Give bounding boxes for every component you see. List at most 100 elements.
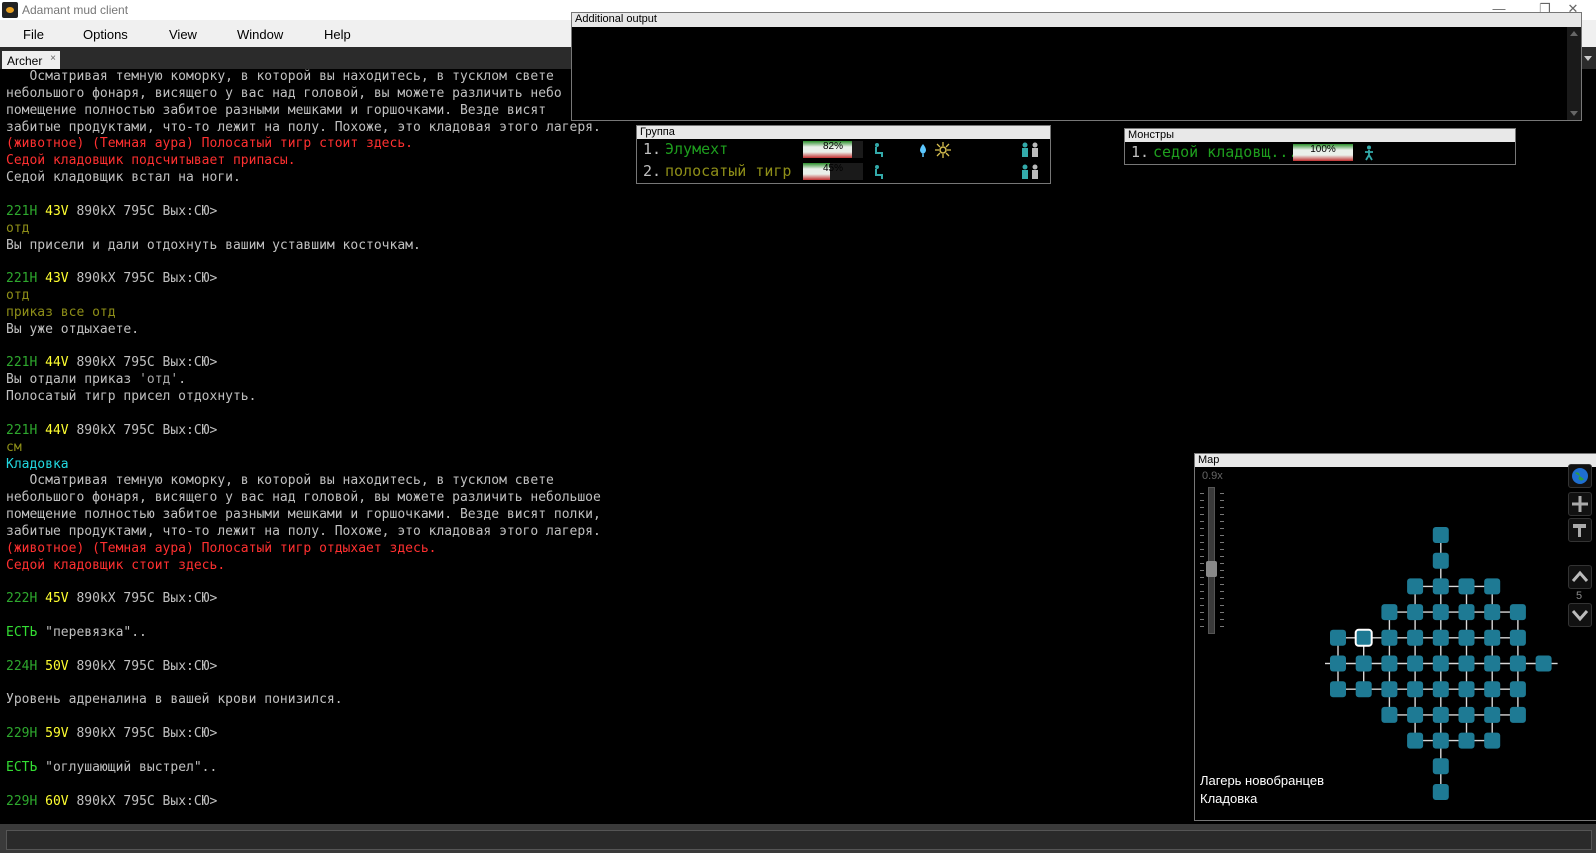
console-text: отд <box>6 288 30 304</box>
console-line: см <box>6 440 22 457</box>
map-room[interactable] <box>1432 527 1449 543</box>
map-room[interactable] <box>1458 629 1475 646</box>
map-room[interactable] <box>1432 706 1449 723</box>
map-room[interactable] <box>1432 758 1449 775</box>
console-text: 50V <box>37 658 69 674</box>
console-text: Полосатый тигр присел отдохнуть. <box>6 389 257 405</box>
console-line: Вы отдали приказ 'отд'. <box>6 372 186 389</box>
map-room[interactable] <box>1432 604 1449 621</box>
console-text: 44V <box>37 355 69 371</box>
monsters-header[interactable]: Монстры <box>1125 129 1515 142</box>
map-room[interactable] <box>1330 629 1346 646</box>
map-room[interactable] <box>1432 732 1449 749</box>
map-room[interactable] <box>1458 681 1475 698</box>
map-room[interactable] <box>1432 681 1449 698</box>
map-room[interactable] <box>1355 681 1372 698</box>
map-room[interactable] <box>1381 681 1398 698</box>
map-room[interactable] <box>1509 706 1526 723</box>
scroll-up-icon[interactable] <box>1570 31 1578 36</box>
map-room[interactable] <box>1484 604 1501 621</box>
center-map-button[interactable] <box>1568 492 1592 516</box>
tab-close-icon[interactable]: × <box>50 53 56 64</box>
map-room[interactable] <box>1484 732 1501 749</box>
command-input[interactable] <box>6 830 1592 850</box>
console-text: 890kX 795C Вых:СЮ> <box>68 422 218 438</box>
console-text: 229H <box>6 793 38 809</box>
member-name: Элумехт <box>665 140 729 158</box>
map-room[interactable] <box>1458 604 1475 621</box>
console-text: 222H <box>6 591 38 607</box>
tab-archer[interactable]: Archer × <box>2 51 60 69</box>
map-room[interactable] <box>1381 706 1398 723</box>
map-room[interactable] <box>1330 681 1346 698</box>
map-room[interactable] <box>1509 629 1526 646</box>
console-text: 221H <box>6 355 38 371</box>
map-room[interactable] <box>1407 706 1424 723</box>
additional-output-scrollbar[interactable] <box>1567 27 1581 120</box>
map-room[interactable] <box>1407 655 1424 672</box>
crosshair-icon <box>1572 496 1588 512</box>
map-room[interactable] <box>1458 706 1475 723</box>
globe-button[interactable] <box>1568 464 1592 488</box>
map-room[interactable] <box>1484 706 1501 723</box>
map-room[interactable] <box>1484 578 1501 595</box>
level-up-button[interactable] <box>1568 565 1592 589</box>
map-room-current[interactable] <box>1354 628 1373 647</box>
map-room[interactable] <box>1432 784 1449 800</box>
map-room[interactable] <box>1407 732 1424 749</box>
map-room[interactable] <box>1484 681 1501 698</box>
map-room[interactable] <box>1484 629 1501 646</box>
hp-percent: 45% <box>822 163 843 174</box>
group-header[interactable]: Группа <box>637 126 1050 139</box>
map-room[interactable] <box>1484 655 1501 672</box>
map-room[interactable] <box>1458 732 1475 749</box>
map-room[interactable] <box>1330 655 1346 672</box>
map-room[interactable] <box>1458 655 1475 672</box>
menu-help[interactable]: Help <box>324 27 351 42</box>
map-room[interactable] <box>1509 655 1526 672</box>
map-room[interactable] <box>1381 655 1398 672</box>
tab-dropdown-icon[interactable] <box>1584 56 1592 61</box>
group-row[interactable]: 2. полосатый тигр 45% <box>639 161 1045 182</box>
map-room[interactable] <box>1535 655 1552 672</box>
console-line: ЕСТЬ "оглушающий выстрел".. <box>6 760 217 777</box>
additional-output-header[interactable]: Additional output <box>572 13 1581 27</box>
map-room[interactable] <box>1407 681 1424 698</box>
map-room[interactable] <box>1407 578 1424 595</box>
map-room[interactable] <box>1509 604 1526 621</box>
map-area-name: Лагерь новобранцев <box>1200 773 1324 788</box>
console-text: 44V <box>37 422 69 438</box>
chevron-down-icon <box>1571 610 1589 622</box>
console-line: 222H 45V 890kX 795C Вых:СЮ> <box>6 591 217 608</box>
map-room[interactable] <box>1432 578 1449 595</box>
level-down-button[interactable] <box>1568 603 1592 627</box>
map-room[interactable] <box>1458 578 1475 595</box>
map-room[interactable] <box>1407 604 1424 621</box>
standing-position-icon <box>1365 145 1373 161</box>
menu-view[interactable]: View <box>169 27 197 42</box>
console-text: 221H <box>6 271 38 287</box>
map-room[interactable] <box>1407 629 1424 646</box>
map-room[interactable] <box>1381 604 1398 621</box>
menu-file[interactable]: File <box>23 27 44 42</box>
sitting-position-icon <box>875 165 883 179</box>
menu-options[interactable]: Options <box>83 27 128 42</box>
map-rooms[interactable] <box>1195 454 1596 820</box>
group-title: Группа <box>640 126 675 138</box>
map-tools-button[interactable] <box>1568 518 1592 542</box>
map-room[interactable] <box>1432 655 1449 672</box>
monster-name: седой кладовщ... <box>1153 143 1298 161</box>
map-room[interactable] <box>1381 629 1398 646</box>
console-line: Кладовка <box>6 457 69 474</box>
map-room[interactable] <box>1355 655 1372 672</box>
map-room[interactable] <box>1432 552 1449 569</box>
monsters-title: Монстры <box>1128 129 1175 141</box>
scroll-down-icon[interactable] <box>1570 111 1578 116</box>
console-text: забитые продуктами, что-то лежит на полу… <box>6 523 601 539</box>
monster-row[interactable]: 1. седой кладовщ... 100% <box>1127 142 1511 163</box>
menu-window[interactable]: Window <box>237 27 283 42</box>
group-row[interactable]: 1. Элумехт 82% <box>639 139 1045 160</box>
map-room[interactable] <box>1432 629 1449 646</box>
console-text: 59V <box>37 726 69 742</box>
map-room[interactable] <box>1509 681 1526 698</box>
